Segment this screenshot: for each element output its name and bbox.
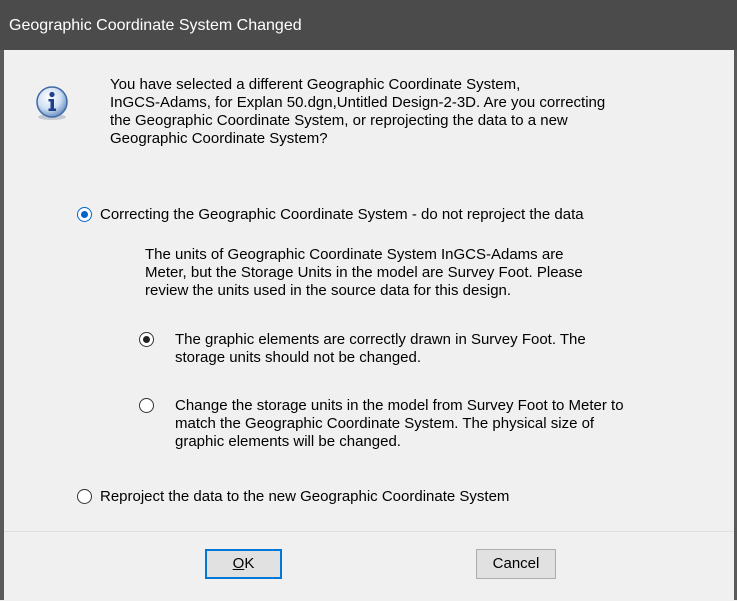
units-notice: The units of Geographic Coordinate Syste… — [145, 246, 583, 300]
change-units-line: match the Geographic Coordinate System. … — [175, 415, 595, 432]
reproject-radio[interactable] — [77, 489, 92, 504]
correcting-option[interactable]: Correcting the Geographic Coordinate Sys… — [77, 206, 584, 223]
dialog-title: Geographic Coordinate System Changed — [9, 17, 302, 34]
dialog-window: Geographic Coordinate System Changed You… — [0, 0, 737, 601]
message-line: You have selected a different Geographic… — [110, 76, 521, 93]
notice-line: The units of Geographic Coordinate Syste… — [145, 246, 564, 263]
button-bar — [4, 531, 734, 601]
message-line: InGCS-Adams, for Explan 50.dgn,Untitled … — [110, 94, 606, 111]
reproject-option[interactable]: Reproject the data to the new Geographic… — [77, 488, 509, 505]
message-line: Geographic Coordinate System? — [110, 130, 328, 147]
ok-button[interactable]: OK — [205, 549, 282, 579]
keep-units-line: The graphic elements are correctly drawn… — [175, 331, 586, 348]
change-units-line: Change the storage units in the model fr… — [175, 397, 624, 414]
change-units-text[interactable]: Change the storage units in the model fr… — [175, 397, 624, 451]
reproject-label[interactable]: Reproject the data to the new Geographic… — [100, 488, 509, 505]
message-text: You have selected a different Geographic… — [110, 76, 710, 148]
change-units-line: graphic elements will be changed. — [175, 433, 401, 450]
keep-units-radio[interactable] — [139, 332, 154, 347]
correcting-radio[interactable] — [77, 207, 92, 222]
notice-line: review the units used in the source data… — [145, 282, 512, 299]
change-units-option[interactable] — [139, 398, 162, 413]
change-units-radio[interactable] — [139, 398, 154, 413]
ok-mnemonic: O — [232, 555, 245, 572]
notice-line: Meter, but the Storage Units in the mode… — [145, 264, 583, 281]
info-icon — [36, 86, 68, 120]
keep-units-line: storage units should not be changed. — [175, 349, 422, 366]
keep-units-text[interactable]: The graphic elements are correctly drawn… — [175, 331, 586, 367]
ok-label: K — [244, 555, 255, 572]
keep-units-option[interactable] — [139, 332, 162, 347]
message-line: the Geographic Coordinate System, or rep… — [110, 112, 568, 129]
title-bar[interactable]: Geographic Coordinate System Changed — [0, 0, 737, 50]
correcting-label[interactable]: Correcting the Geographic Coordinate Sys… — [100, 206, 584, 223]
cancel-button[interactable]: Cancel — [476, 549, 556, 579]
